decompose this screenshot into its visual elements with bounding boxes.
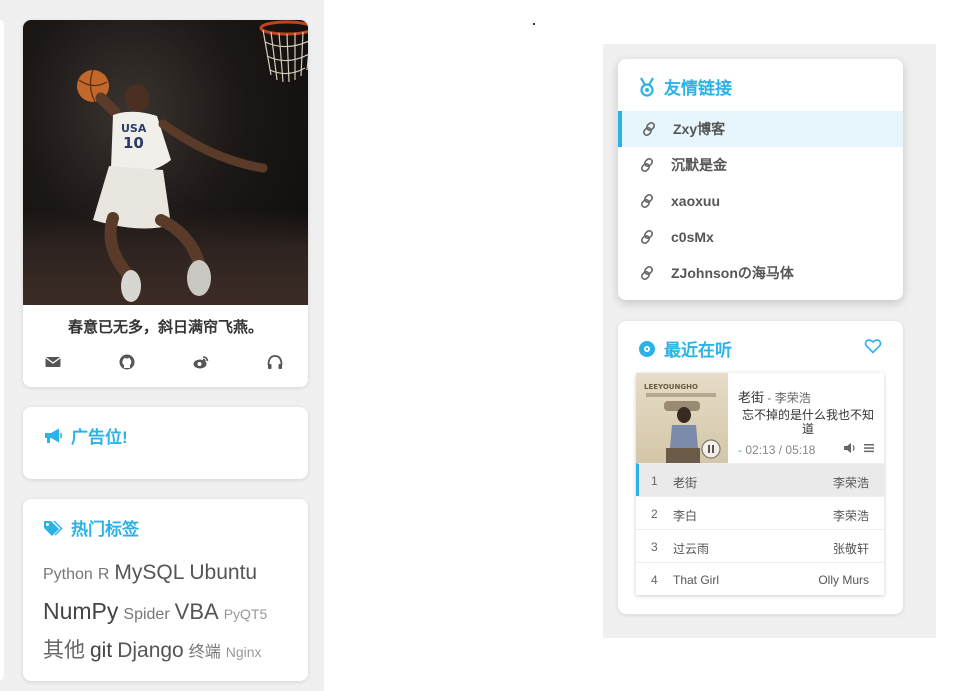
friend-link-item[interactable]: c0sMx (618, 219, 903, 255)
now-playing-title: 老街 (738, 390, 765, 405)
pause-button[interactable] (701, 439, 721, 459)
left-edge-card (0, 20, 4, 680)
music-title-text: 最近在听 (664, 341, 732, 360)
tag-item[interactable]: Django (117, 639, 184, 662)
friend-links-card: 友情链接 Zxy博客 沉默是金 xaoxuu c0sMx ZJohnsonの海马… (618, 59, 903, 300)
friend-link-label: 沉默是金 (671, 157, 727, 173)
playlist-track[interactable]: 4 That Girl Olly Murs (636, 562, 884, 595)
track-name: 老街 (673, 476, 698, 490)
track-name: 过云雨 (673, 542, 710, 556)
heart-icon[interactable] (864, 338, 882, 354)
friend-link-label: ZJohnsonの海马体 (671, 265, 794, 281)
friend-link-label: c0sMx (671, 229, 714, 245)
tags-card-title: 热门标签 (43, 515, 139, 540)
links-title-text: 友情链接 (664, 79, 732, 98)
friend-link-label: xaoxuu (671, 193, 721, 209)
github-icon[interactable] (118, 353, 138, 373)
track-artist: Olly Murs (818, 573, 869, 587)
profile-motto: 春意已无多，斜日满帘飞燕。 (67, 318, 263, 336)
music-card-title: 最近在听 (638, 336, 732, 361)
headphones-icon[interactable] (266, 353, 286, 373)
link-icon (640, 194, 654, 208)
ad-title-text: 广告位! (71, 428, 128, 447)
friend-link-label: Zxy博客 (673, 121, 726, 137)
volume-icon[interactable] (843, 442, 857, 454)
envelope-icon[interactable] (44, 353, 64, 373)
friend-link-item[interactable]: ZJohnsonの海马体 (618, 255, 903, 291)
now-playing-info: 老街 - 李荣浩 (738, 390, 811, 405)
now-playing-artist: 李荣浩 (774, 391, 811, 405)
stray-dot (533, 23, 535, 25)
disc-icon (639, 340, 655, 357)
track-name: That Girl (673, 573, 720, 587)
tag-item[interactable]: 终端 (189, 644, 221, 661)
track-artist: 李荣浩 (832, 509, 869, 523)
tag-item[interactable]: MySQL (114, 561, 184, 584)
track-name: 李白 (673, 509, 698, 523)
tag-item[interactable]: PyQT5 (224, 606, 268, 622)
basketball-player-illustration: USA 10 (77, 20, 308, 302)
duration: 05:18 (785, 443, 816, 457)
links-card-title: 友情链接 (638, 74, 732, 99)
social-links (23, 353, 308, 375)
playlist-track[interactable]: 1 老街 李荣浩 (636, 463, 884, 496)
music-player: LEEYOUNGHO 老街 - 李荣浩 忘不掉的是什么我也不知道 - 02:13… (636, 373, 884, 595)
tag-cloud: Python R MySQL Ubuntu NumPy Spider VBA PyQT5 其… (43, 555, 298, 671)
track-artist: 李荣浩 (832, 476, 869, 490)
friend-link-item[interactable]: 沉默是金 (618, 147, 903, 183)
track-artist: 张敬轩 (832, 542, 869, 556)
link-icon (640, 230, 654, 244)
tag-item[interactable]: Nginx (226, 644, 262, 660)
tags-title-text: 热门标签 (71, 520, 139, 539)
link-icon (640, 158, 654, 172)
playlist-track[interactable]: 2 李白 李荣浩 (636, 496, 884, 529)
weibo-icon[interactable] (192, 353, 212, 373)
profile-banner-image: USA 10 (23, 20, 308, 305)
tag-item[interactable]: R (98, 566, 110, 583)
svg-text:10: 10 (123, 134, 144, 152)
friend-link-item[interactable]: Zxy博客 (618, 111, 903, 147)
friend-link-item[interactable]: xaoxuu (618, 183, 903, 219)
tag-item[interactable]: Ubuntu (189, 561, 257, 584)
tag-item[interactable]: NumPy (43, 598, 118, 624)
profile-card: USA 10 春意已无多，斜日满帘飞燕。 (23, 20, 308, 387)
tags-icon (44, 520, 63, 536)
ad-card: 广告位! (23, 407, 308, 479)
album-cover[interactable]: LEEYOUNGHO (636, 373, 728, 463)
tag-item[interactable]: git (90, 639, 112, 662)
link-icon (642, 122, 656, 136)
tag-item[interactable]: 其他 (43, 639, 85, 662)
current-time: 02:13 (745, 443, 776, 457)
ad-card-title: 广告位! (43, 423, 128, 448)
recent-music-card: 最近在听 LEEYOUNGHO 老街 - 李荣浩 忘不掉的是什么我也不知道 - … (618, 321, 903, 614)
playlist-menu-icon[interactable] (863, 442, 875, 454)
tag-item[interactable]: Python (43, 566, 93, 583)
lyric-line: 忘不掉的是什么我也不知道 (741, 408, 874, 436)
svg-text:LEEYOUNGHO: LEEYOUNGHO (644, 383, 698, 391)
tag-item[interactable]: Spider (123, 606, 169, 623)
playback-time: - 02:13 / 05:18 (738, 443, 816, 457)
bullhorn-icon (45, 428, 62, 443)
playlist-track[interactable]: 3 过云雨 张敬轩 (636, 529, 884, 562)
medal-icon (640, 76, 654, 97)
link-icon (640, 266, 654, 280)
hot-tags-card: 热门标签 Python R MySQL Ubuntu NumPy Spider VBA Py… (23, 499, 308, 681)
tag-item[interactable]: VBA (175, 599, 219, 624)
